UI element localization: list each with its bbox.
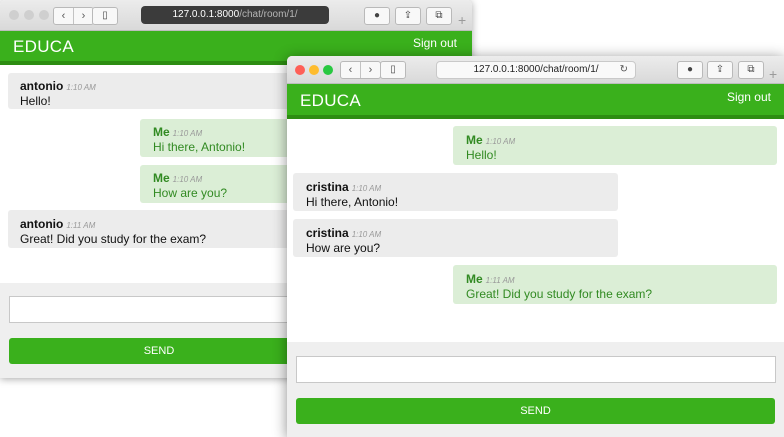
address-bar[interactable]: 127.0.0.1:8000/chat/room/1/ ↻: [436, 61, 636, 79]
app-header: EDUCA Sign out: [287, 84, 784, 119]
zoom-window-icon[interactable]: [39, 10, 49, 20]
url-host: 127.0.0.1:8000: [172, 9, 240, 20]
message-text: How are you?: [153, 186, 228, 200]
message: cristina 1:10 AM How are you?: [293, 219, 618, 257]
message: Me 1:10 AM Hi there, Antonio!: [140, 119, 300, 157]
tabs-icon[interactable]: ⧉: [738, 61, 764, 79]
minimize-window-icon[interactable]: [309, 65, 319, 75]
message-text: Hello!: [20, 94, 51, 108]
history-nav: ‹ ›: [340, 61, 381, 79]
message-text: Hi there, Antonio!: [306, 195, 399, 209]
back-arrow-icon[interactable]: ‹: [341, 62, 360, 78]
download-icon[interactable]: ●: [677, 61, 703, 79]
message-time: 1:10 AM: [172, 175, 203, 184]
message-time: 1:11 AM: [66, 221, 96, 230]
close-window-icon[interactable]: [9, 10, 19, 20]
plus-icon[interactable]: +: [458, 13, 466, 27]
share-icon[interactable]: ⇪: [395, 7, 421, 25]
message-author: Me: [153, 171, 170, 185]
url-text: 127.0.0.1:8000/chat/room/1/: [473, 64, 599, 75]
message-text: Hello!: [466, 148, 497, 162]
message-time: 1:10 AM: [66, 83, 96, 92]
history-nav: ‹ ›: [53, 7, 94, 25]
message-time: 1:11 AM: [485, 276, 515, 285]
message-author: cristina: [306, 180, 349, 194]
message: Me 1:11 AM Great! Did you study for the e…: [453, 265, 777, 304]
message: antonio 1:11 AM Great! Did you study for …: [8, 210, 308, 248]
share-icon[interactable]: ⇪: [707, 61, 733, 79]
message-author: antonio: [20, 79, 64, 93]
message-text: How are you?: [306, 241, 381, 255]
brand-logo[interactable]: EDUCA: [13, 37, 74, 57]
send-button[interactable]: SEND: [296, 398, 775, 424]
download-icon[interactable]: ●: [364, 7, 390, 25]
message-author: Me: [466, 133, 483, 147]
message-text: Hi there, Antonio!: [153, 140, 246, 154]
url-path: /chat/room/1/: [239, 9, 298, 20]
message-time: 1:10 AM: [351, 230, 382, 239]
close-window-icon[interactable]: [295, 65, 305, 75]
message-text: Great! Did you study for the exam?: [466, 287, 653, 301]
address-bar[interactable]: 127.0.0.1:8000/chat/room/1/: [141, 6, 329, 24]
message-author: Me: [466, 272, 483, 286]
message-author: Me: [153, 125, 170, 139]
browser-window-cristina: ‹ › ▯ 127.0.0.1:8000/chat/room/1/ ↻ ● ⇪ …: [287, 56, 784, 437]
message-text: Great! Did you study for the exam?: [20, 232, 207, 246]
back-arrow-icon[interactable]: ‹: [54, 8, 73, 24]
message: Me 1:10 AM How are you?: [140, 165, 300, 203]
tabs-icon[interactable]: ⧉: [426, 7, 452, 25]
message: antonio 1:10 AM Hello!: [8, 73, 308, 109]
brand-logo[interactable]: EDUCA: [300, 91, 361, 111]
message-author: cristina: [306, 226, 349, 240]
reload-icon[interactable]: ↻: [620, 62, 628, 78]
forward-arrow-icon[interactable]: ›: [360, 62, 380, 78]
plus-icon[interactable]: +: [769, 67, 777, 81]
signout-link[interactable]: Sign out: [413, 36, 457, 50]
send-button[interactable]: SEND: [9, 338, 309, 364]
message-time: 1:10 AM: [351, 184, 382, 193]
browser-toolbar: ‹ › ▯ 127.0.0.1:8000/chat/room/1/ ↻ ● ⇪ …: [287, 56, 784, 84]
chat-message-input[interactable]: [296, 356, 776, 383]
message-time: 1:10 AM: [172, 129, 203, 138]
message: Me 1:10 AM Hello!: [453, 126, 777, 165]
message-time: 1:10 AM: [485, 137, 516, 146]
sidebar-icon[interactable]: ▯: [92, 7, 118, 25]
browser-toolbar: ‹ › ▯ 127.0.0.1:8000/chat/room/1/ ● ⇪ ⧉ …: [0, 0, 472, 31]
minimize-window-icon[interactable]: [24, 10, 34, 20]
forward-arrow-icon[interactable]: ›: [73, 8, 93, 24]
message: cristina 1:10 AM Hi there, Antonio!: [293, 173, 618, 211]
sidebar-icon[interactable]: ▯: [380, 61, 406, 79]
signout-link[interactable]: Sign out: [727, 90, 771, 104]
message-author: antonio: [20, 217, 64, 231]
chat-message-input[interactable]: [9, 296, 311, 323]
zoom-window-icon[interactable]: [323, 65, 333, 75]
